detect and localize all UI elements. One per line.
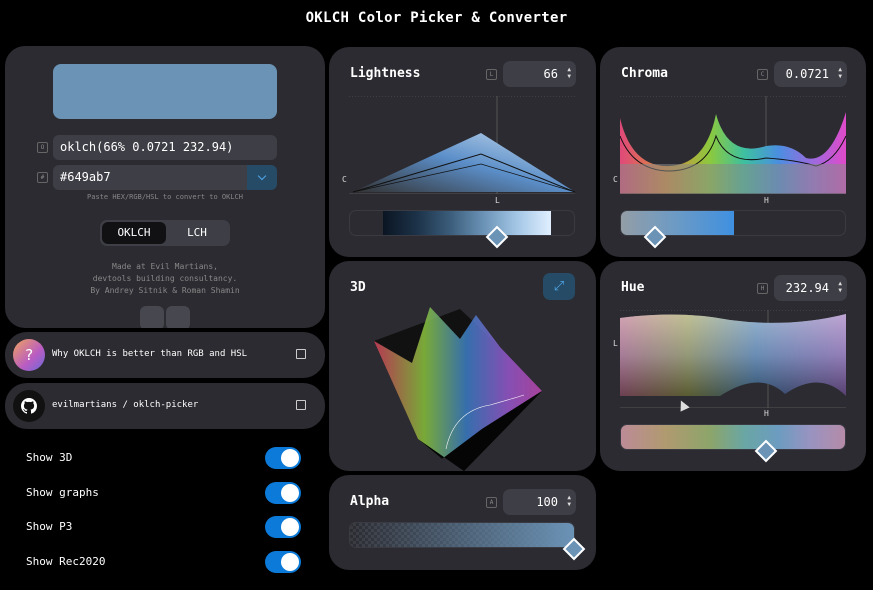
lightness-axis-y: C	[342, 175, 347, 184]
hue-title: Hue	[621, 280, 645, 295]
mode-oklch-button[interactable]: OKLCH	[102, 222, 166, 244]
chevron-down-icon	[257, 171, 267, 181]
hue-axis-y: L	[613, 339, 618, 348]
lightness-key-icon: L	[486, 68, 497, 80]
hex-key-icon: #	[37, 172, 48, 183]
three-d-panel: 3D ⤢	[329, 261, 596, 471]
why-oklch-link[interactable]: ? Why OKLCH is better than RGB and HSL	[5, 332, 325, 378]
expand-icon: ⤢	[553, 279, 565, 294]
chroma-panel: Chroma C 0.0721 ▲ ▼ C H	[600, 47, 866, 257]
chroma-input[interactable]: 0.0721 ▲ ▼	[774, 61, 847, 87]
alpha-key-icon: A	[486, 496, 497, 508]
mode-switch: OKLCH LCH	[100, 220, 230, 246]
credit-line-3: By Andrey Sitnik & Roman Shamin	[90, 286, 240, 295]
lightness-title: Lightness	[350, 66, 421, 81]
show-3d-label: Show 3D	[26, 451, 73, 464]
credit-line-2: devtools building consultancy.	[92, 274, 238, 283]
mode-lch-button[interactable]: LCH	[166, 222, 228, 244]
stepper-icon: ▲ ▼	[838, 280, 842, 294]
show-3d-toggle[interactable]	[265, 447, 301, 469]
show-p3-label: Show P3	[26, 520, 73, 533]
hue-graph[interactable]	[620, 310, 846, 408]
hue-panel: Hue H 232.94 ▲ ▼ L H	[600, 261, 866, 471]
paste-hint: Paste HEX/RGB/HSL to convert to OKLCH	[87, 193, 243, 201]
credit-line-1: Made at Evil Martians,	[112, 262, 218, 271]
chroma-title: Chroma	[621, 66, 668, 81]
picker-panel: O oklch(66% 0.0721 232.94) # #649ab7 Pas…	[5, 46, 325, 328]
github-link[interactable]: evilmartians / oklch-picker	[5, 383, 325, 429]
hex-input[interactable]: #649ab7	[53, 165, 247, 190]
stepper-icon: ▲ ▼	[567, 66, 571, 80]
stepper-icon: ▲ ▼	[838, 66, 842, 80]
color-preview	[53, 64, 277, 119]
chroma-graph[interactable]	[620, 96, 846, 194]
alpha-slider-track[interactable]	[349, 522, 575, 548]
chroma-axis-y: C	[613, 175, 618, 184]
hue-key-icon: H	[757, 282, 768, 294]
show-graphs-label: Show graphs	[26, 486, 99, 499]
hue-input[interactable]: 232.94 ▲ ▼	[774, 275, 847, 301]
three-d-model[interactable]	[372, 299, 552, 471]
external-link-icon	[296, 400, 306, 410]
oklch-input[interactable]: oklch(66% 0.0721 232.94)	[53, 135, 277, 160]
lightness-slider-track[interactable]	[349, 210, 575, 236]
show-rec2020-label: Show Rec2020	[26, 555, 106, 568]
format-dropdown-button[interactable]	[247, 165, 277, 190]
stepper-icon: ▲ ▼	[567, 494, 571, 508]
app-title: OKLCH Color Picker & Converter	[305, 10, 568, 26]
alpha-panel: Alpha A 100 ▲ ▼	[329, 475, 596, 570]
alpha-input[interactable]: 100 ▲ ▼	[503, 489, 576, 515]
hue-axis-x: H	[764, 409, 769, 418]
chroma-axis-x: H	[764, 196, 769, 205]
github-label: evilmartians / oklch-picker	[52, 400, 199, 410]
external-link-icon	[296, 349, 306, 359]
lightness-panel: Lightness L 66 ▲ ▼ C L	[329, 47, 596, 257]
why-oklch-label: Why OKLCH is better than RGB and HSL	[52, 349, 248, 359]
lightness-graph[interactable]	[349, 96, 575, 194]
lightness-input[interactable]: 66 ▲ ▼	[503, 61, 576, 87]
github-icon	[13, 390, 45, 422]
chroma-key-icon: C	[757, 68, 768, 80]
show-graphs-toggle[interactable]	[265, 482, 301, 504]
martians-logo-icon	[138, 306, 194, 328]
alpha-title: Alpha	[350, 494, 390, 509]
expand-button[interactable]: ⤢	[543, 273, 575, 300]
show-p3-toggle[interactable]	[265, 516, 301, 538]
show-rec2020-toggle[interactable]	[265, 551, 301, 573]
oklch-key-icon: O	[37, 142, 48, 153]
hue-slider-track[interactable]	[620, 424, 846, 450]
three-d-title: 3D	[350, 280, 366, 295]
lightness-axis-x: L	[495, 196, 500, 205]
question-icon: ?	[13, 339, 45, 371]
